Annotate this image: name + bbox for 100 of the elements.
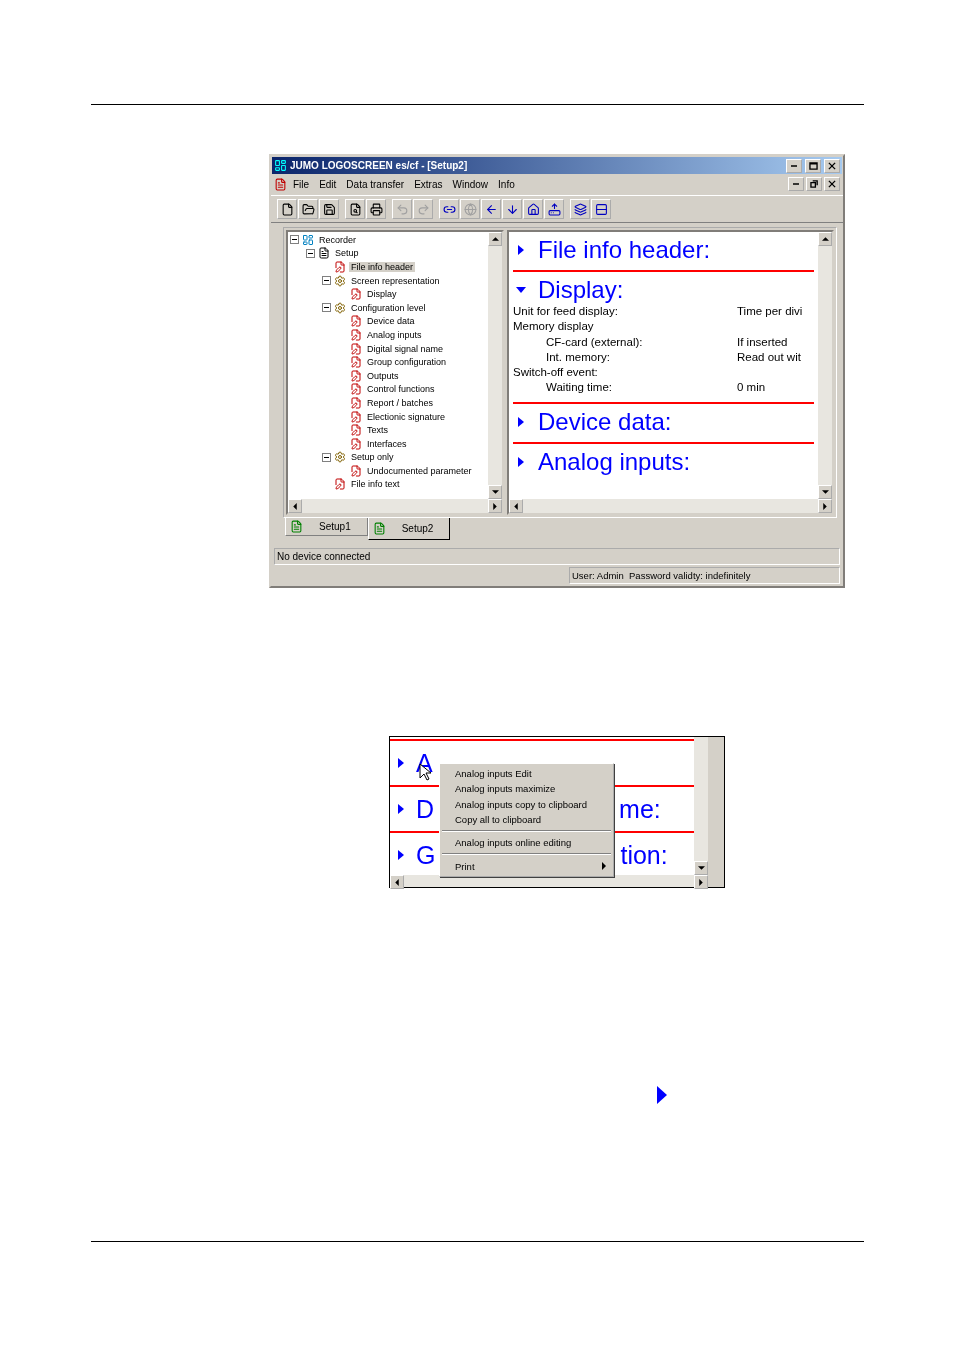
tree-item[interactable]: Configuration level [349,302,428,313]
menu-item[interactable]: File [289,178,314,190]
tree-item[interactable]: Control functions [365,384,437,395]
section-heading[interactable]: D [416,794,435,824]
vertical-scrollbar[interactable] [488,232,502,499]
scroll-left-button[interactable] [509,499,523,513]
section-heading[interactable]: me: [619,794,661,824]
folder-icon [301,202,315,216]
expand-arrow-icon[interactable] [516,456,526,467]
close-button[interactable] [824,158,840,173]
tree-item[interactable]: Device data [365,316,417,327]
menu-item[interactable]: Analog inputs online editing [440,835,613,851]
menu-item[interactable]: Info [494,178,519,190]
section-heading[interactable]: G [416,840,436,870]
expand-arrow-icon[interactable] [516,416,526,427]
menu-item[interactable]: Print [440,858,613,874]
toolbar-button[interactable] [523,199,543,219]
arrow-up-icon [491,237,499,241]
scroll-right-button[interactable] [694,875,708,889]
edit-document-icon [350,410,362,423]
section-heading[interactable]: Analog inputs: [538,447,691,476]
tree-item[interactable]: Electionic signature [365,411,448,422]
scroll-left-button[interactable] [390,875,404,889]
toolbar-button[interactable] [345,199,365,219]
toolbar-button[interactable] [544,199,564,219]
horizontal-scrollbar[interactable] [288,499,502,513]
toolbar-button[interactable] [570,199,590,219]
tree-item[interactable]: Analog inputs [365,329,424,340]
scroll-right-button[interactable] [488,499,502,513]
section-heading[interactable]: Display: [538,276,624,304]
scroll-down-button[interactable] [488,485,502,499]
vertical-scrollbar[interactable] [818,232,832,499]
toolbar-button[interactable] [502,199,522,219]
collapse-icon[interactable] [322,452,331,462]
arrow-down-icon [697,866,705,870]
toolbar-button[interactable] [298,199,318,219]
parameter-label: Memory display [513,320,595,335]
tree-item[interactable]: File info text [349,479,402,490]
tree-item[interactable]: Group configuration [365,357,449,368]
vertical-scrollbar[interactable] [694,737,708,875]
document-tab[interactable]: Setup1 [285,518,368,536]
edit-document-icon [350,464,362,477]
collapse-icon[interactable] [290,235,299,245]
collapse-icon[interactable] [322,276,331,286]
close-button[interactable] [824,177,840,191]
tree-item[interactable]: File info header [349,262,416,272]
menu-item[interactable]: Extras [410,178,447,190]
expand-arrow-icon[interactable] [396,758,406,768]
tree-item[interactable]: Recorder [317,234,358,245]
section-heading[interactable]: Device data: [538,407,672,436]
tree-item[interactable]: Setup [333,248,361,259]
document-tab[interactable]: Setup2 [367,518,451,540]
window-title: JUMO LOGOSCREEN es/cf - [Setup2] [290,160,469,171]
menu-item[interactable]: Window [448,178,493,190]
menu-item[interactable]: Analog inputs maximize [440,781,613,797]
toolbar-button[interactable] [319,199,339,219]
tree-item[interactable]: Texts [365,425,390,436]
menu-item[interactable]: Analog inputs copy to clipboard [440,796,613,812]
tree-item[interactable]: Digital signal name [365,343,446,354]
tree-item[interactable]: Undocumented parameter [365,465,474,476]
new-file-icon [280,202,294,216]
scroll-up-button[interactable] [818,232,832,246]
menu-item[interactable]: Edit [315,178,341,190]
toolbar-button[interactable] [591,199,611,219]
scroll-up-button[interactable] [488,232,502,246]
expand-arrow-icon[interactable] [396,804,406,814]
horizontal-scrollbar[interactable] [509,499,832,513]
toolbar-button[interactable] [439,199,459,219]
toolbar-button[interactable] [277,199,297,219]
tree-item[interactable]: Display [365,289,399,300]
tree-item[interactable]: Interfaces [365,438,409,449]
toolbar-button[interactable] [366,199,386,219]
maximize-button[interactable] [806,177,822,191]
maximize-button[interactable] [805,158,821,173]
tree-item[interactable]: Report / batches [365,397,436,408]
menu-item[interactable]: Data transfer [342,178,409,190]
minimize-button[interactable] [786,158,802,173]
collapse-icon[interactable] [322,303,331,313]
scroll-down-button[interactable] [694,861,708,875]
section-heading[interactable]: File info header: [538,236,711,264]
section-heading[interactable]: tion: [620,840,668,870]
expand-arrow-icon[interactable] [396,850,406,860]
collapse-icon[interactable] [306,248,315,258]
scroll-left-button[interactable] [288,499,302,513]
arrow-down-icon [491,490,499,494]
minimize-button[interactable] [788,177,804,191]
scroll-down-button[interactable] [818,485,832,499]
parameter-value: Time per divi [737,305,804,319]
menu-item[interactable]: Analog inputs Edit [440,766,613,782]
tree-item[interactable]: Setup only [349,452,396,463]
arrow-left-icon [484,202,498,216]
expand-arrow-icon[interactable] [516,245,526,255]
scroll-right-button[interactable] [818,499,832,513]
tree-item[interactable]: Screen representation [349,275,442,286]
toolbar-button[interactable] [481,199,501,219]
tree-item[interactable]: Outputs [365,370,401,381]
menu-item[interactable]: Copy all to clipboard [440,811,613,828]
collapse-arrow-icon[interactable] [516,285,526,295]
parameter-label: Int. memory: [545,350,611,365]
edit-document-icon [350,342,362,355]
